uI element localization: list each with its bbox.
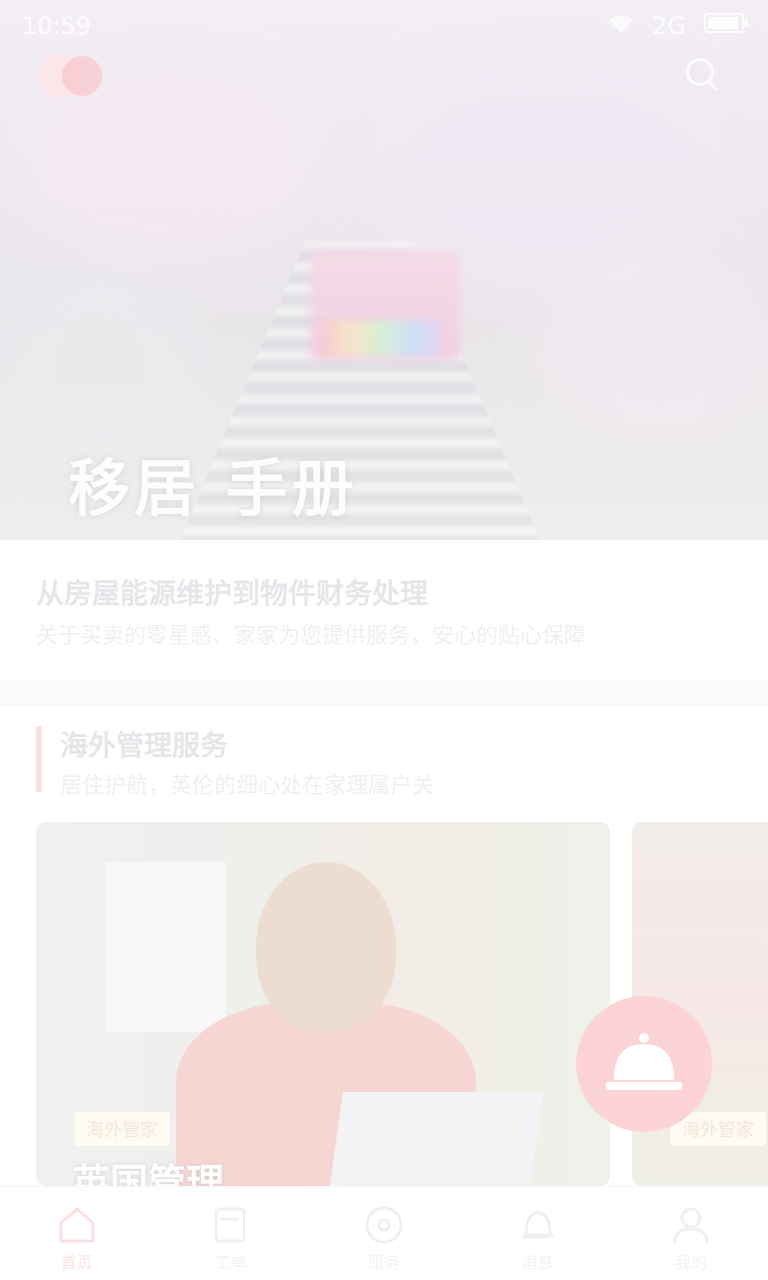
- tab-label: 消息: [521, 1253, 554, 1272]
- brand-logo[interactable]: [38, 54, 108, 98]
- concierge-button[interactable]: [576, 996, 712, 1132]
- network-type: 2G: [652, 12, 686, 40]
- bottom-nav: 首页 工单 服务 消息 我的: [0, 1186, 768, 1280]
- tab-label: 工单: [214, 1253, 247, 1272]
- tab-orders[interactable]: 工单: [154, 1187, 308, 1280]
- blossom-decor: [540, 260, 768, 440]
- tab-label: 服务: [367, 1253, 400, 1272]
- compass-icon: [362, 1203, 406, 1247]
- tab-label: 首页: [60, 1253, 93, 1272]
- section-accent-bar: [36, 726, 42, 792]
- section-subtitle: 居住护航，英伦的细心处在家理属户关: [60, 774, 435, 799]
- wifi-icon: [608, 12, 634, 40]
- user-icon: [669, 1203, 713, 1247]
- intro-block: 从房屋能源维护到物件财务处理 关于买卖的零星感、家家为您提供服务，安心的贴心保障: [0, 540, 768, 680]
- intro-heading: 从房屋能源维护到物件财务处理: [36, 577, 429, 610]
- status-bar: 10:59 2G: [0, 0, 768, 52]
- status-icons: 2G: [608, 12, 750, 40]
- card-image-decor: [328, 1092, 544, 1186]
- tab-label: 我的: [675, 1253, 708, 1272]
- search-icon[interactable]: [686, 58, 718, 92]
- tab-profile[interactable]: 我的: [614, 1187, 768, 1280]
- card-title: 英国管理: [72, 1161, 225, 1186]
- card-tag: 海外管家: [74, 1112, 170, 1146]
- tab-services[interactable]: 服务: [307, 1187, 461, 1280]
- battery-icon: [704, 12, 750, 40]
- section-title: 海外管理服务: [60, 729, 229, 762]
- logo-circle: [62, 56, 102, 96]
- lantern-decor: [320, 320, 440, 356]
- service-card[interactable]: 海外管家 英国管理: [36, 822, 610, 1186]
- status-time: 10:59: [22, 12, 92, 40]
- tab-messages[interactable]: 消息: [461, 1187, 615, 1280]
- hero-banner[interactable]: 10:59 2G 移居 手册: [0, 0, 768, 540]
- app-screen: 10:59 2G 移居 手册 从房屋能源维护到物件财务处理 关于买卖的零星感、家…: [0, 0, 768, 1280]
- card-image-decor: [256, 862, 396, 1032]
- bell-icon: [516, 1203, 560, 1247]
- home-icon: [55, 1203, 99, 1247]
- document-icon: [208, 1203, 252, 1247]
- tab-home[interactable]: 首页: [0, 1187, 154, 1280]
- card-image-decor: [106, 862, 226, 1032]
- section-divider: [0, 680, 768, 706]
- hero-title: 移居 手册: [68, 452, 358, 525]
- intro-text: 关于买卖的零星感、家家为您提供服务，安心的贴心保障: [36, 624, 587, 649]
- service-bell-icon: [600, 1020, 688, 1108]
